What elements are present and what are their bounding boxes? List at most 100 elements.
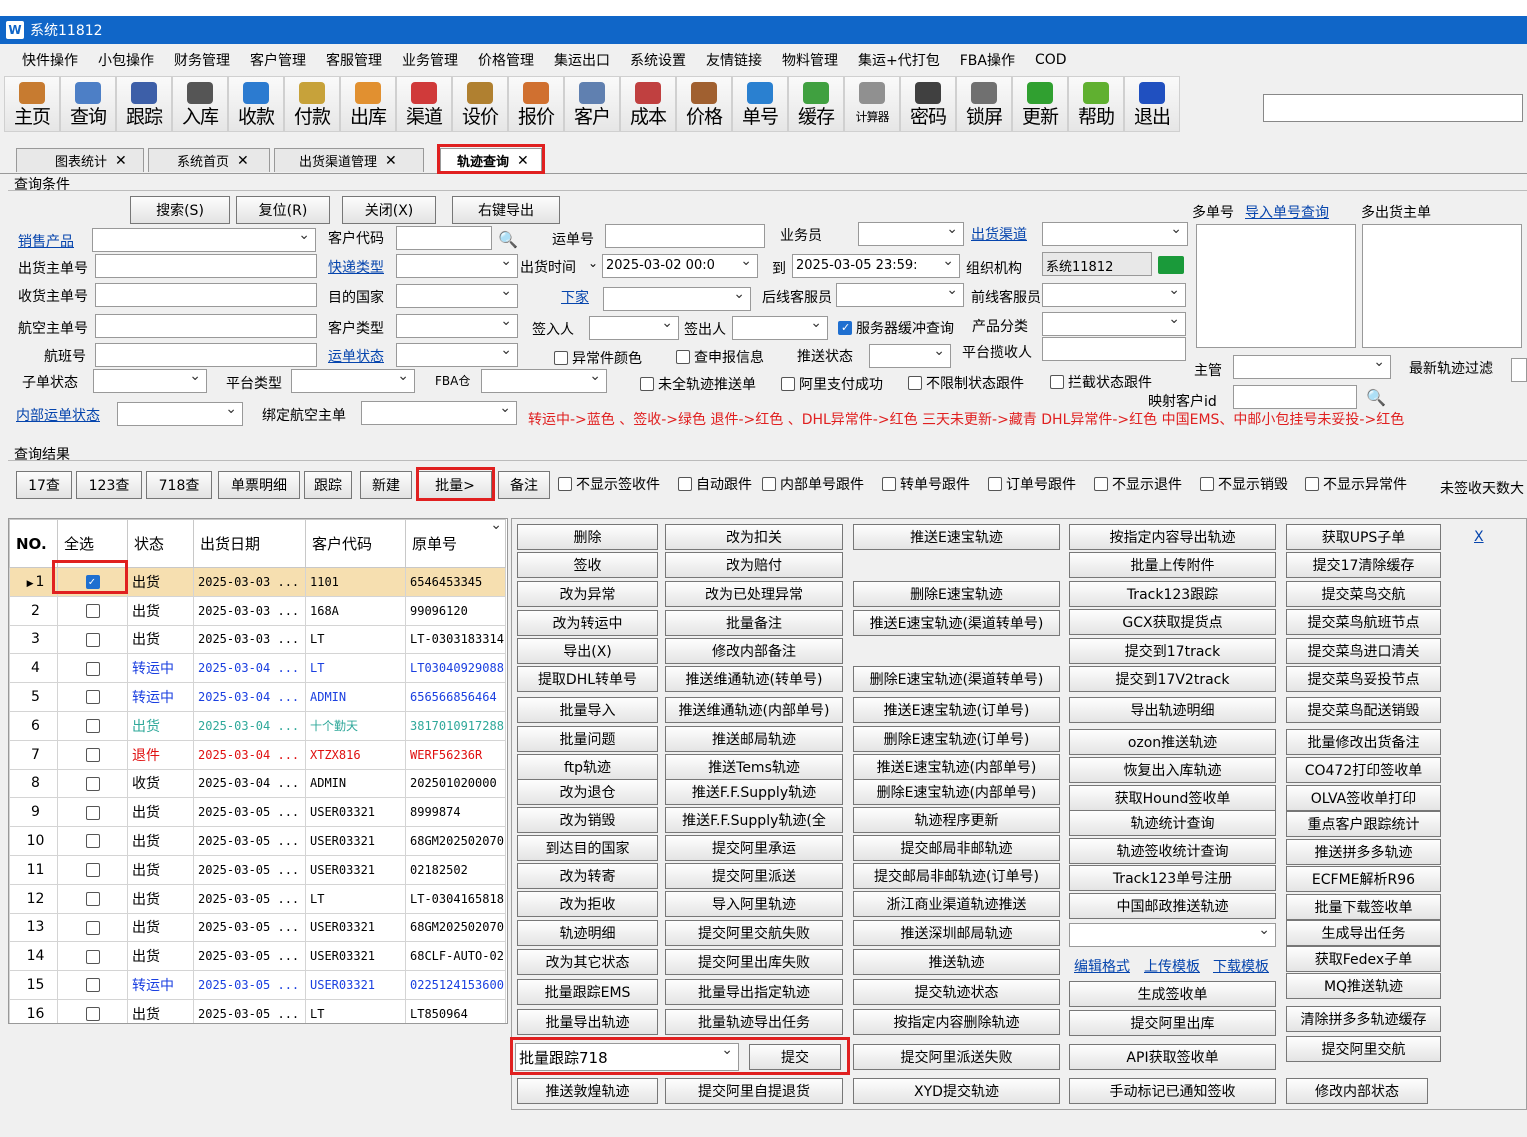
batch-op-button[interactable]: 提交阿里承运: [665, 835, 843, 861]
template-link[interactable]: 编辑格式: [1074, 956, 1130, 976]
export-button[interactable]: 右键导出: [452, 196, 560, 224]
batch-op-button[interactable]: 获取UPS子单: [1286, 524, 1441, 550]
batch-op-button[interactable]: 推送E速宝轨迹(内部单号): [853, 754, 1060, 780]
batch-op-button[interactable]: 改为退仓: [517, 779, 658, 805]
batch-op-button[interactable]: 推送Tems轨迹: [665, 754, 843, 780]
result-action-button[interactable]: 单票明细: [218, 471, 300, 499]
row-checkbox[interactable]: [85, 805, 100, 820]
ship-time-label[interactable]: 出货时间: [520, 257, 576, 277]
bind-air-master-select[interactable]: [361, 401, 517, 425]
dest-country-select[interactable]: [396, 284, 518, 308]
batch-op-button[interactable]: 轨迹程序更新: [853, 807, 1060, 833]
batch-op-button[interactable]: 推送敦煌轨迹: [517, 1078, 658, 1104]
batch-op-button[interactable]: 浙江商业渠道轨迹推送: [853, 891, 1060, 917]
downstream-select[interactable]: [603, 287, 751, 311]
column-header[interactable]: NO.: [9, 519, 58, 568]
batch-op-button[interactable]: 推送拼多多轨迹: [1286, 839, 1441, 865]
row-checkbox-cell[interactable]: [57, 567, 128, 597]
batch-op-button[interactable]: 批量修改出货备注: [1286, 729, 1441, 755]
batch-op-button[interactable]: 提交17清除缓存: [1286, 552, 1441, 578]
row-checkbox-cell[interactable]: [57, 739, 128, 770]
batch-op-button[interactable]: 改为转寄: [517, 863, 658, 889]
signer-out-select[interactable]: [732, 316, 828, 340]
result-action-button[interactable]: 17查: [16, 471, 72, 499]
batch-op-button[interactable]: CO472打印签收单: [1286, 757, 1441, 783]
column-header[interactable]: 客户代码: [305, 519, 406, 568]
result-action-button[interactable]: 123查: [76, 471, 142, 499]
table-row[interactable]: 13 出货 2025-03-05 ... USER03321 68GM202502070: [9, 912, 507, 943]
ship-channel-link[interactable]: 出货渠道: [971, 224, 1027, 244]
row-checkbox-cell[interactable]: [57, 768, 128, 799]
result-filter-checkbox[interactable]: 不显示签收件: [558, 474, 660, 494]
batch-op-button[interactable]: 提取DHL转单号: [517, 666, 658, 692]
salesman-select[interactable]: [858, 222, 964, 246]
menu-item[interactable]: 价格管理: [470, 50, 546, 70]
table-row[interactable]: 15 转运中 2025-03-05 ... USER03321 022512415360…: [9, 970, 507, 1000]
batch-op-button[interactable]: 改为转运中: [517, 610, 658, 636]
column-header[interactable]: 出货日期: [193, 519, 306, 568]
batch-op-button[interactable]: 获取Fedex子单: [1286, 946, 1441, 972]
signer-in-select[interactable]: [589, 316, 679, 340]
multi-ship-master-textarea[interactable]: [1362, 224, 1522, 348]
front-cs-select[interactable]: [1042, 283, 1186, 307]
table-row[interactable]: 12 出货 2025-03-05 ... LT LT-0304165818: [9, 883, 507, 914]
batch-op-button[interactable]: GCX获取提货点: [1069, 609, 1276, 635]
batch-op-button[interactable]: 提交阿里交航: [1286, 1036, 1441, 1062]
import-query-link[interactable]: 导入单号查询: [1245, 202, 1329, 222]
batch-op-button[interactable]: ozon推送轨迹: [1069, 729, 1276, 755]
row-checkbox[interactable]: [85, 891, 100, 906]
server-cache-checkbox[interactable]: 服务器缓冲查询: [838, 318, 954, 338]
mapped-customer-id-input[interactable]: [1233, 385, 1357, 409]
batch-op-button[interactable]: 改为其它状态: [517, 949, 658, 975]
batch-op-button[interactable]: 修改内部状态: [1286, 1078, 1428, 1104]
batch-op-button[interactable]: 推送邮局轨迹: [665, 726, 843, 752]
menu-item[interactable]: 友情链接: [698, 50, 774, 70]
row-checkbox-cell[interactable]: [57, 710, 128, 741]
menu-item[interactable]: 系统设置: [622, 50, 698, 70]
template-link[interactable]: 上传模板: [1144, 956, 1200, 976]
internal-waybill-status-select[interactable]: [117, 402, 243, 426]
batch-op-button[interactable]: 提交菜鸟进口清关: [1286, 638, 1441, 664]
batch-op-button[interactable]: 删除E速宝轨迹(内部单号): [853, 779, 1060, 805]
batch-op-button[interactable]: 到达目的国家: [517, 835, 658, 861]
row-checkbox-cell[interactable]: [57, 595, 128, 626]
platform-receiver-input[interactable]: [1042, 337, 1186, 361]
menu-item[interactable]: 集运出口: [546, 50, 622, 70]
menu-item[interactable]: 客户管理: [242, 50, 318, 70]
row-checkbox-cell[interactable]: [57, 854, 128, 885]
row-checkbox[interactable]: [85, 719, 100, 734]
close-button[interactable]: 关闭(X): [342, 196, 436, 224]
batch-op-button[interactable]: 改为赔付: [665, 552, 843, 578]
menu-item[interactable]: 客服管理: [318, 50, 394, 70]
org-picker-icon[interactable]: [1158, 256, 1184, 274]
close-icon[interactable]: ✕: [115, 153, 127, 169]
batch-op-button[interactable]: 提交阿里出库: [1069, 1010, 1276, 1036]
toolbar-yen-button[interactable]: 收款: [228, 76, 284, 132]
batch-op-button[interactable]: 改为拒收: [517, 891, 658, 917]
toolbar-refresh-button[interactable]: 缓存: [788, 76, 844, 132]
table-row[interactable]: 2 出货 2025-03-03 ... 168A 99096120: [9, 595, 507, 626]
toolbar-wifi-button[interactable]: 跟踪: [116, 76, 172, 132]
ship-master-no-input[interactable]: [95, 254, 317, 278]
toolbar-mail-button[interactable]: 出库: [340, 76, 396, 132]
result-action-button[interactable]: 718查: [146, 471, 212, 499]
batch-op-button[interactable]: 提交阿里交航失败: [665, 920, 843, 946]
batch-op-button[interactable]: 删除E速宝轨迹: [853, 581, 1060, 607]
toolbar-lock-button[interactable]: 锁屏: [956, 76, 1012, 132]
toolbar-eye-button[interactable]: 单号: [732, 76, 788, 132]
sales-product-link[interactable]: 销售产品: [18, 231, 74, 251]
batch-op-button[interactable]: 改为扣关: [665, 524, 843, 550]
downstream-link[interactable]: 下家: [561, 287, 589, 307]
batch-op-button[interactable]: 批量上传附件: [1069, 552, 1276, 578]
chevron-down-icon[interactable]: ⌄: [588, 256, 598, 270]
row-checkbox-cell[interactable]: [57, 624, 128, 655]
batch-op-button[interactable]: 推送维通轨迹(转单号): [665, 666, 843, 692]
tab-channel-mgmt[interactable]: 出货渠道管理 ✕: [274, 148, 424, 172]
batch-op-button[interactable]: 提交阿里出库失败: [665, 949, 843, 975]
express-type-select[interactable]: [396, 254, 518, 278]
tab-track-query[interactable]: 轨迹查询 ✕: [440, 148, 542, 172]
customer-type-select[interactable]: [396, 314, 518, 338]
toolbar-hammer-button[interactable]: 入库: [172, 76, 228, 132]
batch-op-button[interactable]: 提交邮局非邮轨迹(订单号): [853, 863, 1060, 889]
push-status-select[interactable]: [869, 344, 951, 368]
